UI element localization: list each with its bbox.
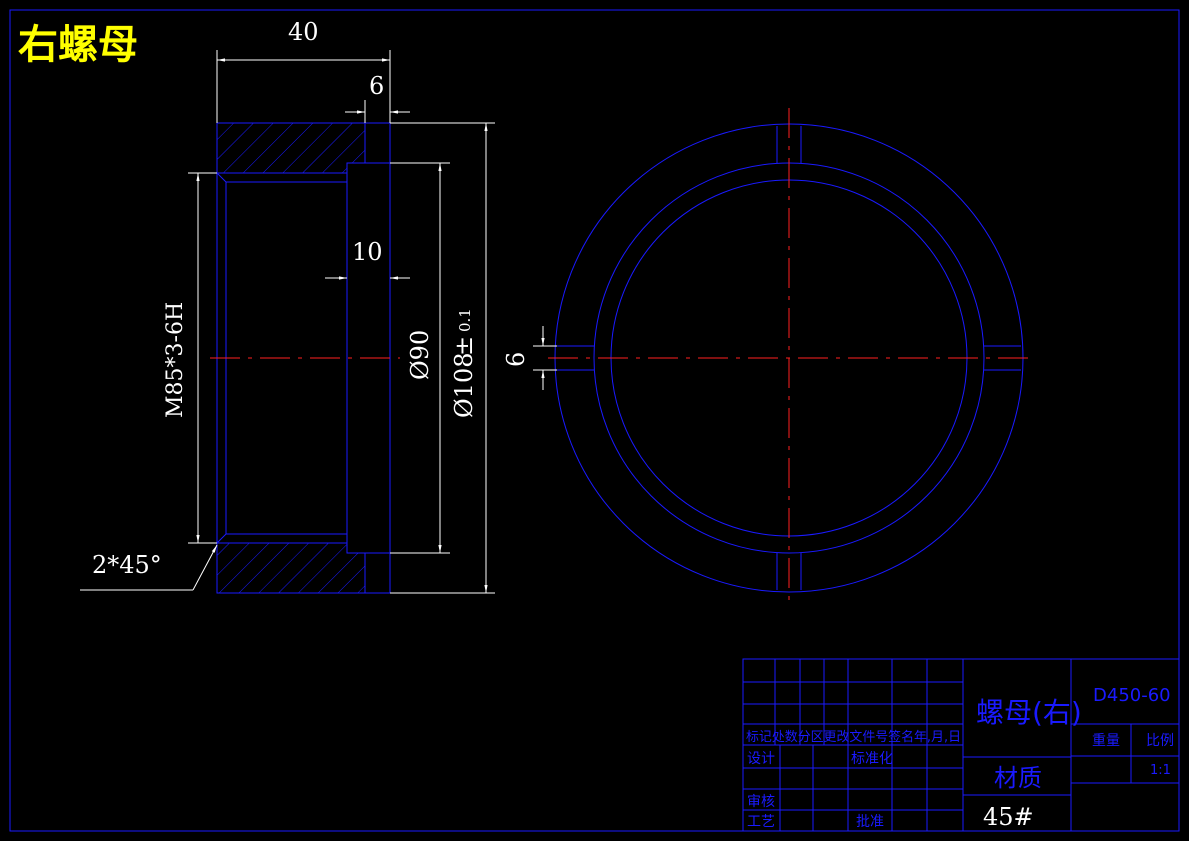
standardization-label: 标准化	[851, 751, 893, 767]
approve-label: 批准	[856, 814, 884, 830]
process-label: 工艺	[747, 814, 775, 830]
drawing-number: D450-60	[1093, 685, 1171, 706]
review-label: 审核	[747, 794, 775, 810]
material-label: 材质	[994, 764, 1042, 792]
dim-groove-6: 6	[369, 72, 384, 100]
drawing-title: 右螺母	[18, 22, 138, 68]
hatch-top	[216, 122, 366, 174]
dim-width-40: 40	[288, 18, 319, 46]
dim-tolerance-sign: ±	[450, 336, 478, 356]
material-value: 45#	[983, 803, 1034, 831]
part-name: 螺母(右)	[976, 696, 1082, 729]
dim-recess-10: 10	[352, 238, 383, 266]
dim-chamfer: 2*45°	[92, 551, 162, 579]
dim-bore: Ø90	[406, 330, 434, 380]
hatch-bottom	[216, 542, 366, 594]
dim-thread: M85*3-6H	[163, 302, 188, 418]
dim-outer: Ø108	[450, 353, 478, 418]
design-label: 设计	[747, 751, 775, 767]
header-row: 标记处数分区更改文件号签名年,月,日	[746, 729, 961, 745]
dim-tolerance-value: 0.1	[456, 308, 474, 332]
dim-outer-group: Ø108 ± 0.1	[450, 308, 478, 418]
drawing-canvas: 右螺母 40 6 10 M85*3-6H Ø90 Ø108 ± 0.1 2*45…	[9, 9, 1180, 832]
dim-slot-6: 6	[502, 352, 530, 367]
scale-label: 比例	[1146, 733, 1174, 749]
front-centerlines	[548, 108, 1030, 606]
scale-value: 1:1	[1150, 763, 1171, 778]
weight-label: 重量	[1092, 733, 1120, 749]
